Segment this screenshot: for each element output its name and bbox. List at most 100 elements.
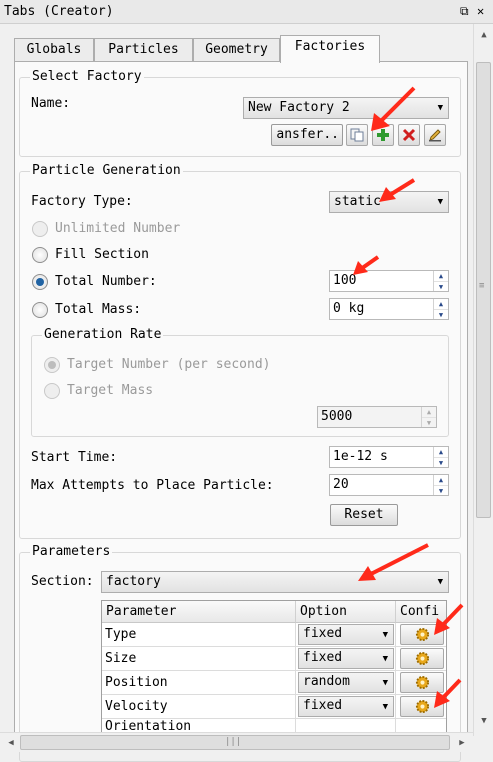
- option-select[interactable]: random ▼: [298, 672, 394, 693]
- config-button[interactable]: [400, 672, 444, 693]
- generation-rate-spinbox[interactable]: 5000 ▲ ▼: [317, 406, 437, 428]
- vertical-scroll-thumb[interactable]: ≡: [476, 62, 491, 518]
- option-select[interactable]: fixed ▼: [298, 696, 394, 717]
- spin-down-icon[interactable]: ▼: [434, 309, 448, 319]
- unlimited-number-radio[interactable]: [32, 221, 48, 237]
- config-cell: [396, 695, 446, 719]
- edit-button[interactable]: [424, 124, 446, 146]
- table-row: Type fixed ▼: [102, 623, 446, 647]
- table-row: Position random ▼: [102, 671, 446, 695]
- gear-icon: [415, 675, 430, 690]
- horizontal-scroll-thumb[interactable]: |||: [20, 735, 450, 750]
- gear-icon: [415, 627, 430, 642]
- horizontal-scrollbar[interactable]: ◀ ||| ▶: [0, 732, 473, 752]
- scroll-down-icon[interactable]: ▼: [475, 712, 493, 730]
- option-value: fixed: [303, 626, 343, 641]
- tab-particles[interactable]: Particles: [94, 38, 193, 62]
- parameters-table: Parameter Option Confi Type fixed ▼ Size …: [101, 600, 447, 752]
- max-attempts-label: Max Attempts to Place Particle:: [31, 478, 274, 493]
- reset-button[interactable]: Reset: [330, 504, 398, 526]
- tab-globals[interactable]: Globals: [14, 38, 94, 62]
- config-button[interactable]: [400, 648, 444, 669]
- add-icon: [377, 129, 389, 141]
- parameters-title: Parameters: [30, 544, 113, 559]
- scroll-right-icon[interactable]: ▶: [453, 734, 471, 752]
- fill-section-radio[interactable]: [32, 247, 48, 263]
- spin-down-icon[interactable]: ▼: [434, 281, 448, 291]
- total-mass-spinbox[interactable]: 0 kg ▲ ▼: [329, 298, 449, 320]
- target-number-radio[interactable]: [44, 357, 60, 373]
- config-cell: [396, 671, 446, 695]
- header-parameter[interactable]: Parameter: [102, 601, 296, 623]
- max-attempts-spinbox[interactable]: 20 ▲ ▼: [329, 474, 449, 496]
- section-value: factory: [106, 574, 161, 589]
- tab-factories[interactable]: Factories: [280, 35, 380, 63]
- total-number-label: Total Number:: [55, 274, 157, 289]
- max-attempts-value: 20: [333, 477, 349, 492]
- total-number-spinbox[interactable]: 100 ▲ ▼: [329, 270, 449, 292]
- add-button[interactable]: [372, 124, 394, 146]
- particle-generation-title: Particle Generation: [30, 163, 183, 178]
- header-option[interactable]: Option: [296, 601, 396, 623]
- spin-down-icon[interactable]: ▼: [422, 417, 436, 427]
- header-config[interactable]: Confi: [396, 601, 446, 623]
- scroll-up-icon[interactable]: ▲: [475, 26, 493, 44]
- factory-type-label: Factory Type:: [31, 194, 133, 209]
- factory-type-value: static: [334, 194, 381, 209]
- total-number-radio[interactable]: [32, 274, 48, 290]
- target-number-label: Target Number (per second): [67, 357, 271, 372]
- option-select[interactable]: fixed ▼: [298, 624, 394, 645]
- copy-icon: [350, 128, 364, 142]
- spin-up-icon[interactable]: ▲: [434, 299, 448, 309]
- close-icon[interactable]: ✕: [477, 4, 484, 18]
- spin-up-icon[interactable]: ▲: [434, 475, 448, 485]
- window-title: Tabs (Creator): [4, 4, 114, 19]
- config-cell: [396, 647, 446, 671]
- copy-button[interactable]: [346, 124, 368, 146]
- delete-icon: [402, 128, 416, 142]
- unlimited-number-label: Unlimited Number: [55, 221, 181, 236]
- parameter-cell: Type: [102, 623, 296, 647]
- float-icon[interactable]: ⧉: [460, 4, 469, 18]
- chevron-down-icon: ▼: [382, 630, 388, 640]
- config-button[interactable]: [400, 696, 444, 717]
- option-cell: random ▼: [296, 671, 396, 695]
- parameter-cell: Size: [102, 647, 296, 671]
- config-cell: [396, 623, 446, 647]
- spin-up-icon[interactable]: ▲: [434, 447, 448, 457]
- total-mass-label: Total Mass:: [55, 302, 142, 317]
- factory-name-select[interactable]: New Factory 2 ▼: [243, 97, 449, 119]
- grip-icon: |||: [225, 737, 242, 747]
- spin-down-icon[interactable]: ▼: [434, 457, 448, 467]
- title-bar: Tabs (Creator) ⧉ ✕: [0, 0, 493, 24]
- gear-icon: [415, 699, 430, 714]
- scroll-left-icon[interactable]: ◀: [2, 734, 20, 752]
- chevron-down-icon: ▼: [437, 197, 443, 207]
- target-mass-radio[interactable]: [44, 383, 60, 399]
- chevron-down-icon: ▼: [437, 577, 443, 587]
- fill-section-label: Fill Section: [55, 247, 149, 262]
- chevron-down-icon: ▼: [382, 702, 388, 712]
- factories-panel: Select Factory Name: New Factory 2 ▼ ans…: [14, 61, 468, 762]
- transfer-button[interactable]: ansfer..: [271, 124, 343, 146]
- section-select[interactable]: factory ▼: [101, 571, 449, 593]
- factory-type-select[interactable]: static ▼: [329, 191, 449, 213]
- spin-up-icon[interactable]: ▲: [422, 407, 436, 417]
- option-cell: fixed ▼: [296, 623, 396, 647]
- delete-button[interactable]: [398, 124, 420, 146]
- total-mass-radio[interactable]: [32, 302, 48, 318]
- spin-down-icon[interactable]: ▼: [434, 485, 448, 495]
- option-cell: fixed ▼: [296, 647, 396, 671]
- gear-icon: [415, 651, 430, 666]
- option-select[interactable]: fixed ▼: [298, 648, 394, 669]
- parameter-cell: Position: [102, 671, 296, 695]
- option-value: random: [303, 674, 350, 689]
- vertical-scrollbar[interactable]: ▲ ≡ ▼: [473, 24, 493, 736]
- generation-rate-title: Generation Rate: [42, 327, 164, 342]
- start-time-spinbox[interactable]: 1e-12 s ▲ ▼: [329, 446, 449, 468]
- config-button[interactable]: [400, 624, 444, 645]
- select-factory-title: Select Factory: [30, 69, 144, 84]
- table-row: Size fixed ▼: [102, 647, 446, 671]
- tab-geometry[interactable]: Geometry: [193, 38, 280, 62]
- spin-up-icon[interactable]: ▲: [434, 271, 448, 281]
